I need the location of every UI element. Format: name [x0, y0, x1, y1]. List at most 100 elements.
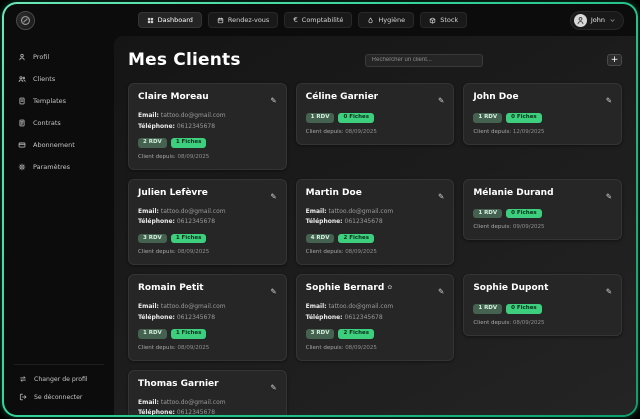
client-phone: Téléphone: 0612345678: [138, 122, 216, 130]
add-client-button[interactable]: +: [606, 54, 622, 66]
rdv-badge: 1 RDV: [473, 304, 503, 314]
client-card: Céline Garnier ✎ 1 RDV 0 Fiches Client d…: [295, 83, 455, 145]
body-row: Profil Clients Templates Contrats Abonnement…: [4, 36, 636, 415]
client-phone: Téléphone: 0612345678: [138, 218, 216, 225]
user-menu[interactable]: John: [569, 10, 624, 30]
client-since: Client depuis: 08/09/2025: [473, 319, 545, 326]
rdv-badge: 1 RDV: [473, 208, 503, 218]
card-header: Thomas Garnier ✎: [138, 379, 277, 394]
client-email: Email: tattoo.do@gmail.com: [138, 207, 226, 215]
edit-client-button[interactable]: ✎: [438, 92, 444, 107]
calendar-icon: [217, 16, 224, 24]
sidebar-item-parametres[interactable]: Paramètres: [4, 158, 114, 176]
fiches-badge: 1 Fiches: [170, 233, 207, 243]
sidebar-item-templates[interactable]: Templates: [4, 92, 114, 110]
sidebar-item-abonnement[interactable]: Abonnement: [4, 136, 114, 154]
nav-item-stock[interactable]: Stock: [420, 12, 468, 28]
badges: 1 RDV 1 Fiches: [138, 329, 277, 339]
user-name: John: [590, 16, 605, 24]
card-header: Julien Lefèvre ✎: [138, 188, 277, 203]
fiches-badge: 1 Fiches: [170, 138, 207, 148]
sidebar-item-se-deconnecter[interactable]: Se déconnecter: [14, 389, 104, 405]
edit-client-button[interactable]: ✎: [270, 379, 276, 394]
nav-item-hygiene[interactable]: Hygiène: [358, 12, 415, 28]
contact-info: Email: tattoo.do@gmail.com Téléphone: 06…: [138, 398, 277, 416]
client-name: Thomas Garnier: [138, 378, 219, 389]
rdv-badge: 4 RDV: [305, 233, 335, 243]
sidebar: Profil Clients Templates Contrats Abonnement…: [4, 36, 114, 415]
sidebar-item-contrats[interactable]: Contrats: [4, 114, 114, 132]
client-since: Client depuis: 12/09/2025: [473, 128, 545, 135]
client-phone: Téléphone: 0612345678: [305, 313, 383, 321]
edit-client-button[interactable]: ✎: [606, 188, 612, 203]
client-card: Thomas Garnier ✎ Email: tattoo.do@gmail.…: [128, 369, 287, 416]
nav-item-comptabilite[interactable]: € Comptabilité: [284, 12, 353, 28]
logout-icon: [19, 393, 27, 401]
rdv-badge: 1 RDV: [473, 113, 503, 123]
client-name: Julien Lefèvre: [138, 187, 208, 198]
sidebar-item-label: Abonnement: [33, 141, 75, 149]
contact-info: Email: tattoo.do@gmail.com Téléphone: 06…: [138, 111, 277, 132]
rdv-badge: 1 RDV: [305, 113, 335, 123]
client-since: Client depuis: 08/09/2025: [138, 249, 210, 255]
app-frame: Dashboard Rendez-vous € Comptabilité Hygiène…: [2, 2, 638, 417]
nav-item-label: Comptabilité: [301, 16, 344, 24]
client-name: Martin Doe: [305, 187, 362, 198]
pencil-icon: ✎: [438, 287, 445, 296]
client-card: Romain Petit ✎ Email: tattoo.do@gmail.co…: [128, 274, 287, 361]
topbar: Dashboard Rendez-vous € Comptabilité Hygiène…: [4, 4, 636, 36]
sidebar-item-changer-de-profil[interactable]: Changer de profil: [14, 371, 104, 387]
clients-grid: Claire Moreau ✎ Email: tattoo.do@gmail.c…: [128, 83, 622, 415]
badges: 3 RDV 2 Fiches: [305, 329, 445, 339]
sidebar-item-label: Changer de profil: [34, 375, 88, 383]
client-email: Email: tattoo.do@gmail.com: [138, 112, 226, 119]
client-since: Client depuis: 08/09/2025: [305, 344, 377, 351]
contact-info: Email: tattoo.do@gmail.com Téléphone: 06…: [138, 302, 277, 323]
box-icon: [429, 17, 436, 24]
droplet-icon: [367, 17, 374, 24]
client-name: John Doe: [473, 92, 519, 102]
client-card: Julien Lefèvre ✎ Email: tattoo.do@gmail.…: [128, 178, 287, 265]
avatar: [573, 13, 587, 27]
edit-client-button[interactable]: ✎: [438, 188, 444, 203]
page-title: Mes Clients: [128, 50, 241, 70]
nav-item-label: Dashboard: [157, 16, 193, 24]
gear-icon: [18, 163, 26, 171]
nav-item-label: Hygiène: [378, 16, 406, 24]
client-since: Client depuis: 08/09/2025: [305, 128, 377, 135]
sidebar-item-label: Contrats: [33, 119, 61, 127]
card-header: Claire Moreau ✎: [138, 92, 277, 107]
nav-item-rendez-vous[interactable]: Rendez-vous: [207, 12, 279, 28]
edit-client-button[interactable]: ✎: [438, 283, 444, 298]
edit-client-button[interactable]: ✎: [606, 92, 612, 107]
client-card: Sophie Bernard ✿ ✎ Email: tattoo.do@gmai…: [295, 274, 455, 361]
search-input[interactable]: [364, 53, 483, 67]
sidebar-item-profil[interactable]: Profil: [4, 48, 114, 66]
client-card: Martin Doe ✎ Email: tattoo.do@gmail.com …: [295, 178, 455, 265]
sidebar-item-clients[interactable]: Clients: [4, 70, 114, 88]
contact-info: Email: tattoo.do@gmail.com Téléphone: 06…: [306, 302, 445, 323]
pencil-icon: ✎: [605, 96, 612, 105]
pencil-icon: ✎: [270, 191, 277, 201]
edit-client-button[interactable]: ✎: [270, 188, 276, 203]
card-header: Céline Garnier ✎: [306, 92, 445, 107]
pencil-icon: ✎: [438, 191, 445, 201]
sidebar-item-label: Se déconnecter: [34, 393, 83, 401]
client-phone: Téléphone: 0612345678: [138, 313, 216, 321]
grid-icon: [147, 17, 154, 24]
badges: 1 RDV 0 Fiches: [473, 304, 612, 314]
client-since: Client depuis: 08/09/2025: [305, 249, 377, 255]
edit-client-button[interactable]: ✎: [270, 283, 276, 298]
card-header: Sophie Bernard ✿ ✎: [306, 283, 445, 298]
sidebar-item-label: Templates: [33, 97, 67, 105]
client-name: Sophie Bernard ✿: [305, 283, 393, 293]
card-header: John Doe ✎: [473, 92, 612, 107]
nav-item-dashboard[interactable]: Dashboard: [137, 12, 202, 28]
client-card: John Doe ✎ 1 RDV 0 Fiches Client depuis:…: [463, 83, 622, 145]
sidebar-item-label: Profil: [33, 53, 50, 61]
edit-client-button[interactable]: ✎: [606, 283, 612, 298]
edit-client-button[interactable]: ✎: [270, 92, 276, 107]
client-email: Email: tattoo.do@gmail.com: [138, 303, 226, 310]
fiches-badge: 2 Fiches: [338, 329, 375, 339]
rdv-badge: 2 RDV: [138, 138, 167, 148]
